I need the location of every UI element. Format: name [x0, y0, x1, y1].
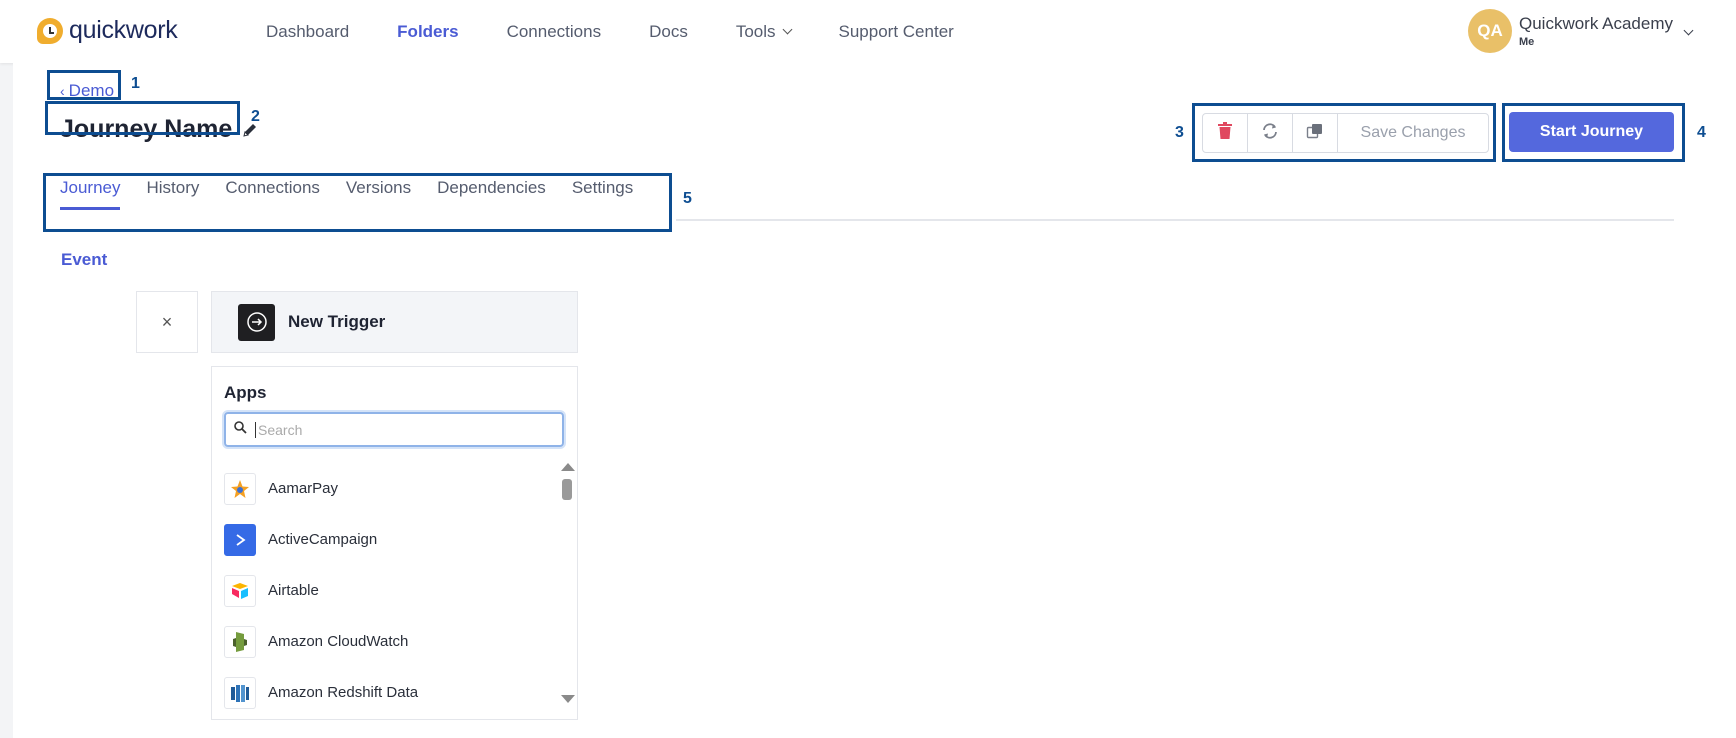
trigger-arrow-icon — [238, 303, 275, 341]
annotation-number-1: 1 — [131, 75, 140, 92]
logo-text: quickwork — [69, 16, 178, 44]
list-item[interactable]: Amazon Redshift Data — [212, 667, 557, 718]
main-nav: Dashboard Folders Connections Docs Tools… — [266, 0, 1002, 63]
aamarpay-icon — [224, 472, 256, 505]
apps-panel: Apps AamarPay ActiveCampaign Airtable — [211, 366, 578, 720]
user-subtitle: Me — [1519, 36, 1535, 48]
chevron-down-icon — [1683, 25, 1694, 35]
chevron-down-icon — [782, 24, 792, 35]
nav-connections[interactable]: Connections — [507, 22, 602, 42]
search-icon — [234, 420, 247, 439]
nav-tools-label: Tools — [735, 21, 776, 41]
annotation-number-4: 4 — [1697, 124, 1706, 141]
close-trigger-button[interactable]: × — [136, 291, 198, 353]
apps-list: AamarPay ActiveCampaign Airtable Amazon … — [212, 463, 557, 718]
list-item[interactable]: Amazon CloudWatch — [212, 616, 557, 667]
apps-search-box[interactable] — [224, 412, 564, 447]
app-name: Airtable — [268, 582, 319, 599]
new-trigger-card[interactable]: New Trigger — [211, 291, 578, 353]
user-menu[interactable]: QA Quickwork Academy Me — [1468, 9, 1694, 53]
user-info: Quickwork Academy Me — [1519, 14, 1673, 48]
apps-title: Apps — [224, 383, 267, 402]
tabs-divider — [676, 219, 1674, 221]
nav-tools[interactable]: Tools — [735, 21, 792, 42]
nav-docs[interactable]: Docs — [649, 22, 688, 42]
amazon-redshift-icon — [224, 676, 256, 709]
app-name: ActiveCampaign — [268, 531, 378, 548]
apps-scrollbar[interactable] — [559, 463, 575, 703]
app-name: Amazon CloudWatch — [268, 633, 409, 650]
annotation-box-2 — [45, 101, 240, 135]
annotation-number-3: 3 — [1175, 124, 1184, 141]
app-name: AamarPay — [268, 480, 339, 497]
nav-dashboard[interactable]: Dashboard — [266, 22, 349, 42]
nav-folders[interactable]: Folders — [397, 22, 458, 42]
scroll-down-arrow-icon[interactable] — [561, 695, 575, 703]
list-item[interactable]: AamarPay — [212, 463, 557, 514]
amazon-cloudwatch-icon — [224, 625, 256, 658]
annotation-box-1 — [47, 70, 121, 100]
annotation-box-5 — [43, 173, 672, 232]
nav-support-center[interactable]: Support Center — [839, 22, 954, 42]
top-navbar: quickwork Dashboard Folders Connections … — [0, 0, 1736, 63]
annotation-box-4 — [1502, 103, 1685, 162]
app-name: Amazon Redshift Data — [268, 684, 419, 701]
list-item[interactable]: Airtable — [212, 565, 557, 616]
list-item[interactable]: ActiveCampaign — [212, 514, 557, 565]
clock-logo-icon — [37, 17, 63, 44]
trigger-label: New Trigger — [288, 312, 386, 331]
event-section-label: Event — [61, 250, 108, 269]
annotation-box-3 — [1192, 103, 1496, 162]
airtable-icon — [224, 574, 256, 607]
quickwork-logo[interactable]: quickwork — [37, 16, 178, 45]
annotation-number-2: 2 — [251, 108, 260, 125]
scrollbar-thumb[interactable] — [562, 479, 572, 500]
avatar: QA — [1468, 9, 1512, 53]
scroll-up-arrow-icon[interactable] — [561, 463, 575, 471]
activecampaign-icon — [224, 523, 256, 556]
user-name: Quickwork Academy — [1519, 14, 1673, 33]
apps-search-input[interactable] — [255, 421, 545, 438]
annotation-number-5: 5 — [683, 190, 692, 207]
